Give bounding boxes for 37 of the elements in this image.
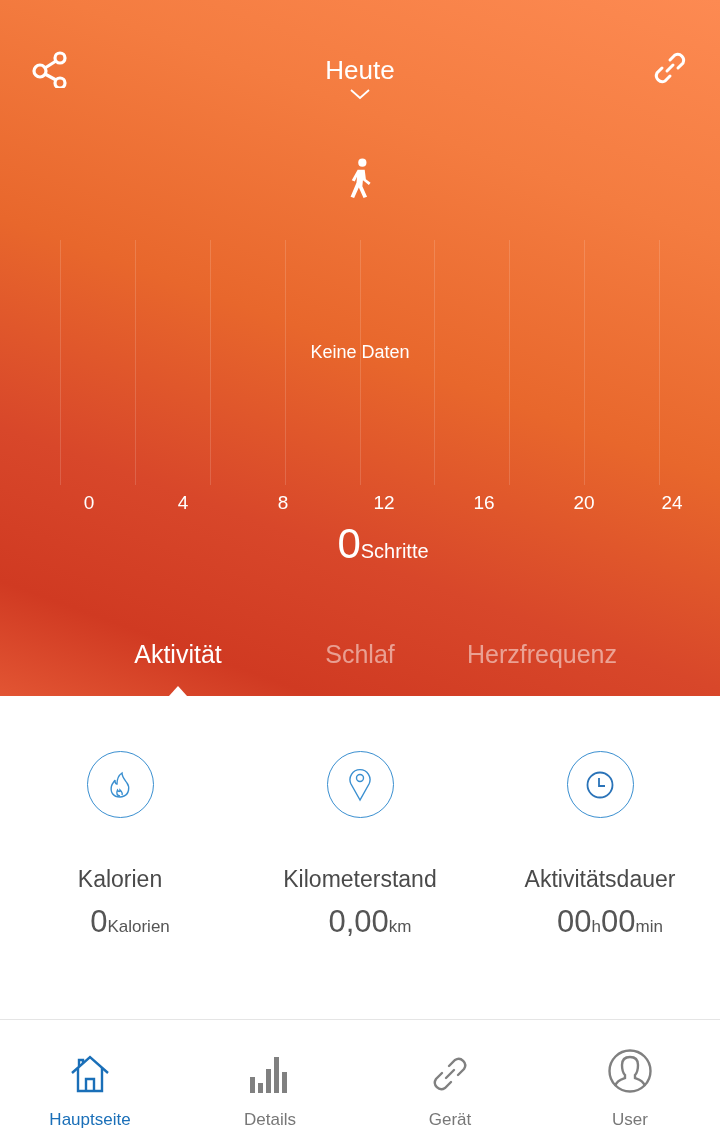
axis-label: 16 [473,491,495,515]
stat-unit: km [388,915,412,938]
link-icon[interactable] [652,50,688,86]
user-icon [608,1048,652,1093]
axis-label: 24 [661,491,683,515]
stat-label: Kilometerstand [283,865,437,894]
date-selector[interactable]: Heute [325,54,395,100]
axis-label: 12 [373,491,395,515]
share-icon[interactable] [32,50,68,88]
stat-label: Aktivitätsdauer [524,865,676,894]
bar-chart-icon [250,1056,290,1093]
nav-tab[interactable]: Hauptseite [0,1020,180,1134]
axis-label: 20 [573,491,595,515]
stat-unit: min [635,916,663,938]
nav-tab[interactable]: Gerät [360,1020,540,1134]
chevron-down-icon [349,88,371,100]
stat-value: 00 [601,902,636,941]
axis-label: 0 [83,491,95,515]
tab[interactable]: Aktivität [134,636,222,674]
axis-label: 4 [177,491,189,515]
step-unit: Schritte [360,539,429,564]
stat-unit: h [591,916,602,938]
nav-tab[interactable]: User [540,1020,720,1134]
location-pin-icon [348,767,372,802]
stat-value: 0 [90,902,108,941]
stat-value: 00 [557,902,592,941]
no-data-message: Keine Daten [310,341,410,364]
flame-icon [108,770,132,799]
tab-indicator [169,686,187,696]
stat-label: Kalorien [77,865,163,894]
clock-icon [585,769,615,800]
stat-value: 0,00 [328,902,389,941]
step-count: 0 [337,521,361,567]
stat-unit: Kalorien [107,916,170,938]
home-icon [70,1054,110,1093]
axis-label: 8 [277,491,289,515]
nav-tab[interactable]: Details [180,1020,360,1134]
